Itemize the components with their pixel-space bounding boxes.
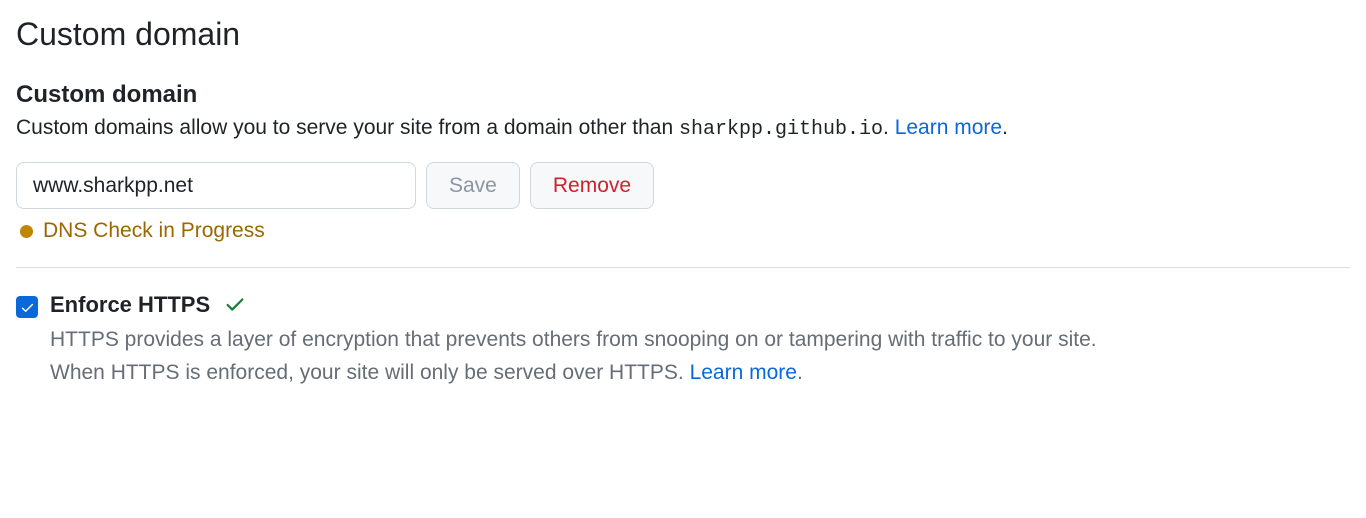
custom-domain-input[interactable] bbox=[16, 162, 416, 209]
checkmark-icon bbox=[224, 294, 246, 316]
default-domain-code: sharkpp.github.io bbox=[679, 118, 883, 141]
enforce-learn-more-link[interactable]: Learn more bbox=[690, 361, 797, 384]
enforce-content: Enforce HTTPS HTTPS provides a layer of … bbox=[50, 292, 1350, 389]
enforce-desc-line1: HTTPS provides a layer of encryption tha… bbox=[50, 328, 1097, 351]
remove-button[interactable]: Remove bbox=[530, 162, 654, 209]
section-title: Custom domain bbox=[16, 16, 1350, 53]
desc-suffix: . bbox=[883, 116, 895, 139]
dns-status-row: DNS Check in Progress bbox=[20, 219, 1350, 243]
domain-form-row: Save Remove bbox=[16, 162, 1350, 209]
dns-status-text: DNS Check in Progress bbox=[43, 219, 265, 243]
save-button[interactable]: Save bbox=[426, 162, 520, 209]
divider bbox=[16, 267, 1350, 268]
enforce-label-row: Enforce HTTPS bbox=[50, 292, 1350, 318]
custom-domain-description: Custom domains allow you to serve your s… bbox=[16, 113, 1350, 144]
custom-domain-subheading: Custom domain bbox=[16, 81, 1350, 109]
enforce-https-checkbox[interactable] bbox=[16, 296, 38, 318]
dot-fill-icon bbox=[20, 225, 33, 238]
punct: . bbox=[1002, 116, 1008, 139]
enforce-desc-line2-prefix: When HTTPS is enforced, your site will o… bbox=[50, 361, 690, 384]
enforce-https-description: HTTPS provides a layer of encryption tha… bbox=[50, 324, 1350, 389]
desc-prefix: Custom domains allow you to serve your s… bbox=[16, 116, 679, 139]
learn-more-link[interactable]: Learn more bbox=[895, 116, 1002, 139]
enforce-https-label: Enforce HTTPS bbox=[50, 292, 210, 318]
check-icon bbox=[20, 300, 35, 315]
enforce-https-row: Enforce HTTPS HTTPS provides a layer of … bbox=[16, 292, 1350, 389]
enforce-punct: . bbox=[797, 361, 803, 384]
